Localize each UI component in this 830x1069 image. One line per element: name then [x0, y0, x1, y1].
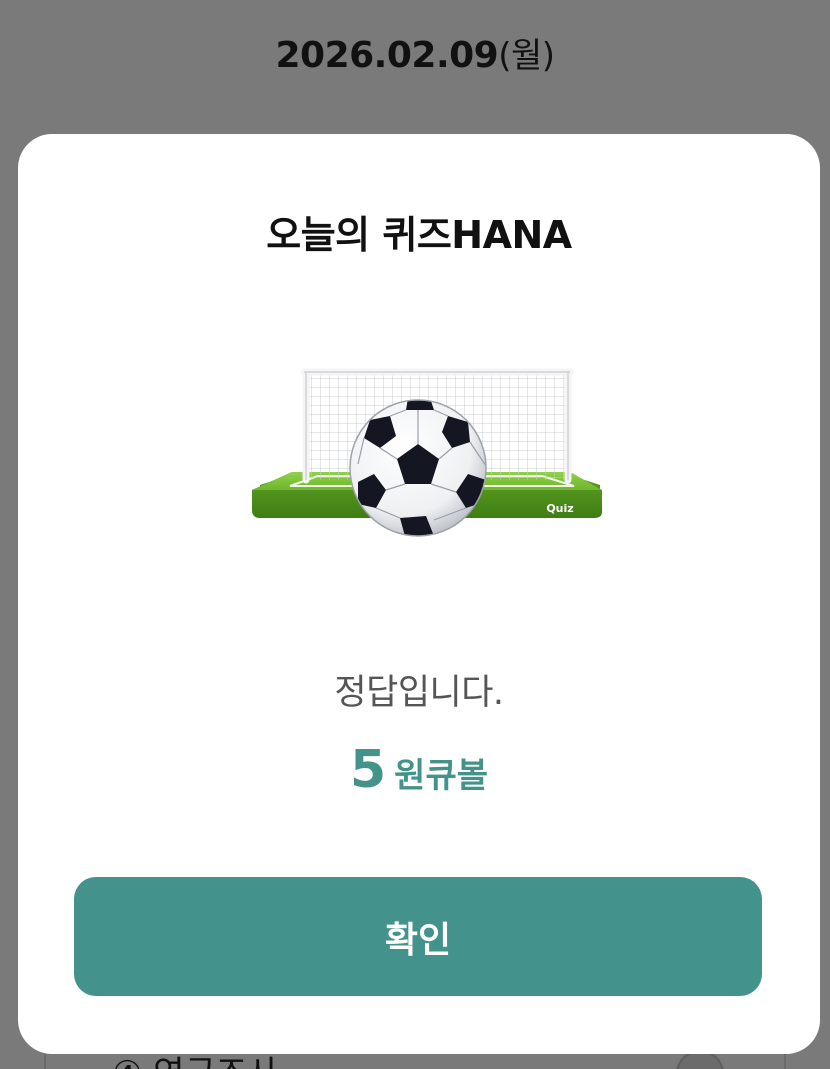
quiz-label: Quiz [546, 502, 573, 515]
day-of-week: (월) [498, 36, 555, 76]
modal-title: 오늘의 퀴즈HANA [266, 213, 572, 257]
date-header: 2026.02.09(월) [0, 28, 830, 77]
soccer-goal-illustration: Quiz [252, 368, 602, 537]
reward-amount: 5 [349, 740, 387, 800]
confirm-button[interactable]: 확인 [74, 877, 762, 996]
reward-unit: 원큐볼 [394, 756, 489, 796]
result-message: 정답입니다. [334, 673, 504, 713]
reward-info: 5 원큐볼 [18, 740, 820, 800]
quiz-result-modal: 오늘의 퀴즈HANA Quiz 정답입니다. 5 원큐볼 확인 [18, 134, 820, 1054]
date-text: 2026.02.09 [275, 35, 499, 76]
